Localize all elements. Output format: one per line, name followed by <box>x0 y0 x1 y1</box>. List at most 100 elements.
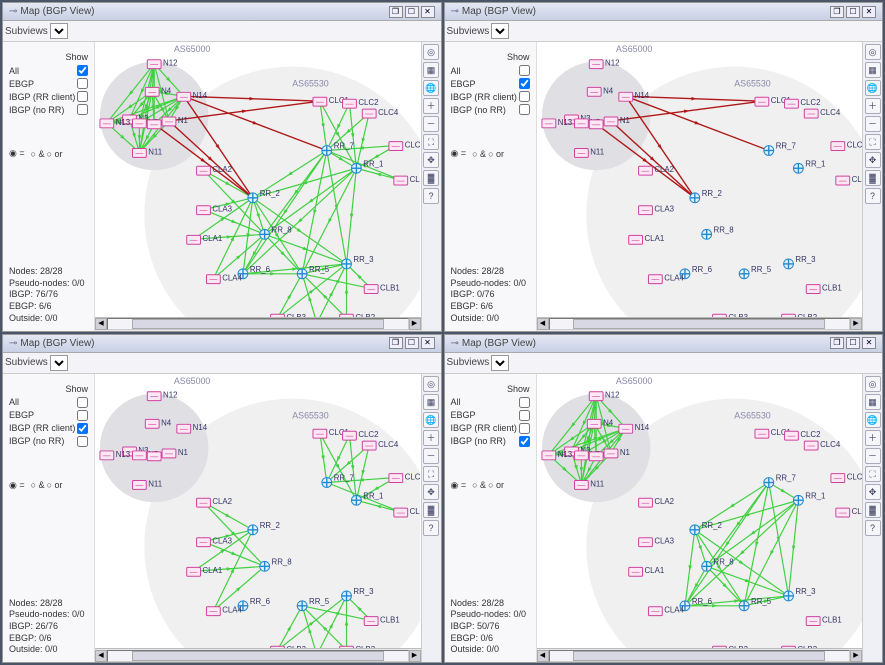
scroll-right-icon[interactable]: ▶ <box>850 650 862 662</box>
compass-icon[interactable]: ◎ <box>423 44 439 60</box>
logic-and[interactable]: ○ & <box>31 149 45 159</box>
node-N11[interactable]: N11 <box>132 479 162 489</box>
node-CLC4[interactable]: CLC4 <box>362 439 399 449</box>
filter-ibgp-rr[interactable] <box>519 423 530 434</box>
filter-all[interactable] <box>77 65 88 76</box>
move-icon[interactable]: ✥ <box>865 484 881 500</box>
pin-icon[interactable]: ⊸ <box>9 6 17 17</box>
maximize-icon[interactable]: ☐ <box>846 337 860 349</box>
node-CLC3[interactable]: CLC3 <box>830 141 862 151</box>
grid-icon[interactable]: ▓ <box>865 502 881 518</box>
node-CLC5[interactable]: CLC5 <box>394 175 421 185</box>
filter-all[interactable] <box>519 397 530 408</box>
filter-ebgp[interactable] <box>519 78 530 89</box>
node-CLA4[interactable]: CLA4 <box>206 605 242 615</box>
node-N12[interactable]: N12 <box>589 390 619 400</box>
node-CLC2[interactable]: CLC2 <box>343 98 379 108</box>
scroll-thumb[interactable] <box>132 319 384 329</box>
node-CLA1[interactable]: CLA1 <box>628 234 663 244</box>
pin-icon[interactable]: ⊸ <box>451 338 459 349</box>
help-icon[interactable]: ? <box>423 188 439 204</box>
node-CLC4[interactable]: CLC4 <box>804 108 841 118</box>
node-N12[interactable]: N12 <box>147 59 177 69</box>
node-N13[interactable]: N13 <box>100 118 131 128</box>
subview-select[interactable] <box>491 355 509 371</box>
scroll-left-icon[interactable]: ◀ <box>537 650 549 662</box>
node-N1[interactable]: N1 <box>162 116 188 126</box>
scroll-left-icon[interactable]: ◀ <box>95 650 107 662</box>
node-CLB1[interactable]: CLB1 <box>364 615 399 625</box>
logic-eq[interactable]: ◉ = <box>9 480 25 491</box>
node-N14[interactable]: N14 <box>177 423 208 433</box>
close-icon[interactable]: ✕ <box>421 337 435 349</box>
grid-icon[interactable]: ▓ <box>865 170 881 186</box>
zoom-in-icon[interactable]: ＋ <box>865 98 881 114</box>
node-N4[interactable]: N4 <box>145 418 171 428</box>
node-N14[interactable]: N14 <box>618 91 649 101</box>
node-CLC3[interactable]: CLC3 <box>830 472 862 482</box>
pin-icon[interactable]: ⊸ <box>9 338 17 349</box>
detach-icon[interactable]: ❐ <box>389 337 403 349</box>
subview-select[interactable] <box>491 23 509 39</box>
node-CLB1[interactable]: CLB1 <box>364 284 399 294</box>
filter-ebgp[interactable] <box>77 78 88 89</box>
node-CLA1[interactable]: CLA1 <box>187 234 222 244</box>
node-N1[interactable]: N1 <box>604 116 630 126</box>
globe-icon[interactable]: 🌐 <box>865 412 881 428</box>
filter-all[interactable] <box>77 397 88 408</box>
zoom-out-icon[interactable]: － <box>423 448 439 464</box>
scroll-track[interactable] <box>549 650 851 662</box>
detach-icon[interactable]: ❐ <box>830 6 844 18</box>
filter-ibgp-nrr[interactable] <box>77 104 88 115</box>
node-CLA2[interactable]: CLA2 <box>638 497 673 507</box>
scrollbar-horizontal[interactable]: ◀ ▶ <box>537 648 863 662</box>
scrollbar-horizontal[interactable]: ◀ ▶ <box>95 317 421 331</box>
graph-canvas[interactable]: AS65000AS65530 N12 N4 N14 N3 N5 N2 N1 N1… <box>95 374 420 663</box>
node-CLA1[interactable]: CLA1 <box>187 566 222 576</box>
logic-or[interactable]: ○ or <box>488 149 504 159</box>
node-N11[interactable]: N11 <box>574 479 604 489</box>
zoom-area-icon[interactable]: ▦ <box>865 394 881 410</box>
node-CLC3[interactable]: CLC3 <box>389 141 421 151</box>
filter-ibgp-nrr[interactable] <box>77 436 88 447</box>
globe-icon[interactable]: 🌐 <box>865 80 881 96</box>
maximize-icon[interactable]: ☐ <box>405 6 419 18</box>
logic-or[interactable]: ○ or <box>47 480 63 490</box>
node-CLA3[interactable]: CLA3 <box>638 205 674 215</box>
scroll-left-icon[interactable]: ◀ <box>537 318 549 330</box>
close-icon[interactable]: ✕ <box>421 6 435 18</box>
node-N1[interactable]: N1 <box>162 447 188 457</box>
node-CLC4[interactable]: CLC4 <box>804 439 841 449</box>
close-icon[interactable]: ✕ <box>862 337 876 349</box>
zoom-out-icon[interactable]: － <box>423 116 439 132</box>
logic-eq[interactable]: ◉ = <box>9 148 25 159</box>
fit-icon[interactable]: ⛶ <box>423 466 439 482</box>
node-N11[interactable]: N11 <box>132 147 162 157</box>
subview-select[interactable] <box>50 23 68 39</box>
graph-canvas[interactable]: AS65000AS65530 N12 N4 N14 N3 N5 N2 N1 N1… <box>95 42 420 331</box>
filter-ibgp-rr[interactable] <box>77 91 88 102</box>
move-icon[interactable]: ✥ <box>423 484 439 500</box>
node-N14[interactable]: N14 <box>618 423 649 433</box>
globe-icon[interactable]: 🌐 <box>423 412 439 428</box>
filter-ibgp-rr[interactable] <box>77 423 88 434</box>
node-CLC5[interactable]: CLC5 <box>835 175 862 185</box>
logic-or[interactable]: ○ or <box>488 480 504 490</box>
node-CLB1[interactable]: CLB1 <box>806 284 841 294</box>
maximize-icon[interactable]: ☐ <box>405 337 419 349</box>
scroll-thumb[interactable] <box>132 651 384 661</box>
zoom-in-icon[interactable]: ＋ <box>423 98 439 114</box>
zoom-out-icon[interactable]: － <box>865 448 881 464</box>
zoom-area-icon[interactable]: ▦ <box>865 62 881 78</box>
filter-ebgp[interactable] <box>519 410 530 421</box>
logic-or[interactable]: ○ or <box>47 149 63 159</box>
node-CLC2[interactable]: CLC2 <box>784 98 820 108</box>
node-CLA4[interactable]: CLA4 <box>648 605 684 615</box>
fit-icon[interactable]: ⛶ <box>865 466 881 482</box>
compass-icon[interactable]: ◎ <box>423 376 439 392</box>
move-icon[interactable]: ✥ <box>423 152 439 168</box>
grid-icon[interactable]: ▓ <box>423 170 439 186</box>
zoom-area-icon[interactable]: ▦ <box>423 62 439 78</box>
scrollbar-horizontal[interactable]: ◀ ▶ <box>537 317 863 331</box>
zoom-area-icon[interactable]: ▦ <box>423 394 439 410</box>
